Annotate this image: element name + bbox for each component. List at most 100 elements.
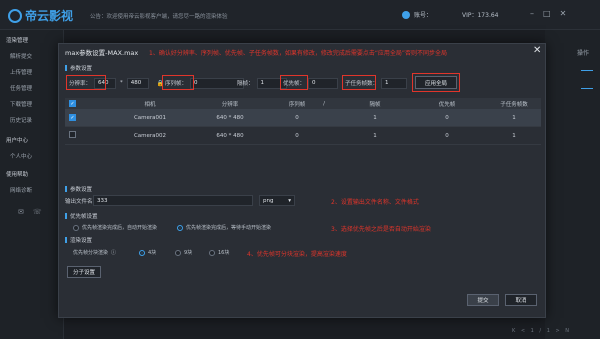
window-controls: – □ ✕ <box>530 9 566 18</box>
subtask-input[interactable]: 1 <box>381 77 408 89</box>
sidebar-item-history[interactable]: 历史记录 <box>10 116 32 124</box>
annotation-box-resolution <box>66 75 106 90</box>
annotation-box-frames <box>162 75 194 90</box>
cell-resolution: 640 * 480 <box>216 132 244 139</box>
radio-button[interactable] <box>209 249 215 256</box>
account-info[interactable]: 账号： <box>402 10 432 19</box>
pagination[interactable]: K < 1 / 1 > N <box>512 328 571 334</box>
dialog-title: max参数设置-MAX.max <box>65 49 139 57</box>
sidebar-item-profile[interactable]: 个人中心 <box>10 152 32 160</box>
avatar <box>402 10 410 19</box>
app-name: 帝云影视 <box>25 9 74 23</box>
tile-option-9-label: 9块 <box>184 250 193 256</box>
section-params-header: 参数设置 <box>65 64 92 72</box>
row-checkbox[interactable]: ✓ <box>69 114 76 121</box>
radio-button[interactable] <box>175 249 181 256</box>
priority-manual-option[interactable]: 优先帧渲染完成后，等待手动开始渲染 <box>177 224 271 231</box>
cell-interval: 1 <box>373 132 377 139</box>
col-resolution: 分辨率 <box>221 101 239 108</box>
annotation-2: 2、设置输出文件名称、文件格式 <box>331 199 419 206</box>
annotation-4: 4、优先帧可分块渲染，提高渲染速度 <box>247 251 347 258</box>
camera-table: ✓ 相机 分辨率 序列帧 / 隔帧 优先帧 子任务帧数 ✓ Camera001 … <box>65 98 541 145</box>
col-camera: 相机 <box>144 101 156 108</box>
row-action-line <box>581 88 593 89</box>
resolution-height-input[interactable]: 480 <box>126 77 149 89</box>
tile-option-16-label: 16块 <box>218 250 230 256</box>
col-priority: 优先帧 <box>438 101 456 108</box>
cell-resolution: 640 * 480 <box>216 114 244 121</box>
priority-input[interactable]: 0 <box>308 77 339 89</box>
tile-option-16[interactable]: 16块 <box>209 249 229 256</box>
right-panel: 操作 <box>545 30 600 339</box>
sidebar-item-network[interactable]: 网络诊断 <box>10 186 32 194</box>
section-output-label: 参数设置 <box>70 187 93 193</box>
col-separator: / <box>323 100 325 107</box>
section-params-label: 参数设置 <box>70 66 93 72</box>
table-row[interactable]: ✓ Camera001 640 * 480 0 1 0 1 <box>65 109 541 127</box>
priority-auto-option[interactable]: 优先帧渲染完成后，自动开始渲染 <box>73 224 157 231</box>
tile-option-4[interactable]: 4块 <box>139 249 156 256</box>
interval-label: 隔帧： <box>237 81 254 87</box>
help-icon[interactable]: ⓘ <box>111 249 116 256</box>
notice-text: 公告：欢迎使用帝云影视客户端，请您尽一路的渲染体验 <box>90 14 228 20</box>
section-marker <box>65 65 67 71</box>
table-row[interactable]: Camera002 640 * 480 0 1 0 1 <box>65 127 541 145</box>
col-subtask: 子任务帧数 <box>500 101 528 108</box>
sidebar-item-tasks[interactable]: 任务管理 <box>10 84 32 92</box>
row-action-line <box>581 70 593 71</box>
section-render-label: 渲染设置 <box>70 238 93 244</box>
annotation-box-apply <box>412 73 460 92</box>
output-filename-input[interactable]: 333 <box>93 195 253 206</box>
radio-button-selected[interactable] <box>177 224 183 231</box>
radio-button[interactable] <box>73 224 79 231</box>
cell-camera: Camera001 <box>133 114 167 121</box>
cell-frames: 0 <box>295 114 299 121</box>
check-icon: ✓ <box>69 100 76 107</box>
chat-icon[interactable]: ✉ <box>18 208 24 216</box>
section-render-header: 渲染设置 <box>65 236 92 244</box>
select-all-checkbox[interactable]: ✓ <box>69 100 76 107</box>
col-interval: 隔帧 <box>369 101 381 108</box>
annotation-1: 1、确认好分辨率、序列帧、优先帧、子任务帧数，如果有修改，修改完成后需要点击“应… <box>149 50 448 57</box>
table-header: ✓ 相机 分辨率 序列帧 / 隔帧 优先帧 子任务帧数 <box>65 98 541 109</box>
logo-icon <box>8 8 22 23</box>
sidebar-section-help: 使用帮助 <box>6 172 29 178</box>
cell-camera: Camera002 <box>133 132 167 139</box>
operation-header: 操作 <box>577 50 590 57</box>
vip-info: VIP：173.64 <box>462 12 499 19</box>
app-logo: 帝云影视 <box>8 7 73 24</box>
row-checkbox[interactable] <box>69 131 76 140</box>
top-bar: 帝云影视 公告：欢迎使用帝云影视客户端，请您尽一路的渲染体验 账号： VIP：1… <box>0 0 600 30</box>
check-icon: ✓ <box>69 114 76 121</box>
tile-option-9[interactable]: 9块 <box>175 249 192 256</box>
section-marker <box>65 237 67 243</box>
tile-option-4-label: 4块 <box>148 250 157 256</box>
close-icon[interactable]: ✕ <box>560 9 567 18</box>
sidebar-contact-icons: ✉ ☏ <box>18 208 42 216</box>
subtask-settings-button[interactable]: 分子设置 <box>67 266 101 278</box>
sidebar-item-parse[interactable]: 解析提交 <box>10 52 32 60</box>
cancel-button[interactable]: 取消 <box>505 294 537 306</box>
cell-interval: 1 <box>373 114 377 121</box>
radio-button-selected[interactable] <box>139 249 145 256</box>
sidebar-item-download[interactable]: 下载管理 <box>10 100 32 108</box>
cell-subtask: 1 <box>512 114 516 121</box>
phone-icon[interactable]: ☏ <box>33 208 42 216</box>
maximize-icon[interactable]: □ <box>543 9 551 18</box>
cell-priority: 0 <box>445 132 449 139</box>
annotation-box-priority <box>280 75 308 90</box>
cell-subtask: 1 <box>512 132 516 139</box>
minimize-icon[interactable]: – <box>530 9 534 18</box>
priority-auto-label: 优先帧渲染完成后，自动开始渲染 <box>82 225 158 231</box>
format-select[interactable]: png ▾ <box>259 195 295 206</box>
close-icon[interactable]: ✕ <box>533 45 541 56</box>
frames-input[interactable]: 0 <box>190 77 245 89</box>
section-output-header: 参数设置 <box>65 185 92 193</box>
tile-render-label: 优先帧分块渲染 ⓘ <box>73 249 116 256</box>
priority-manual-label: 优先帧渲染完成后，等待手动开始渲染 <box>186 225 272 231</box>
cell-frames: 0 <box>295 132 299 139</box>
sidebar-item-upload[interactable]: 上传管理 <box>10 68 32 76</box>
section-priority-header: 优先帧设置 <box>65 212 98 220</box>
submit-button[interactable]: 提交 <box>467 294 499 306</box>
sidebar: 渲染管理 解析提交 上传管理 任务管理 下载管理 历史记录 用户中心 个人中心 … <box>0 30 64 339</box>
